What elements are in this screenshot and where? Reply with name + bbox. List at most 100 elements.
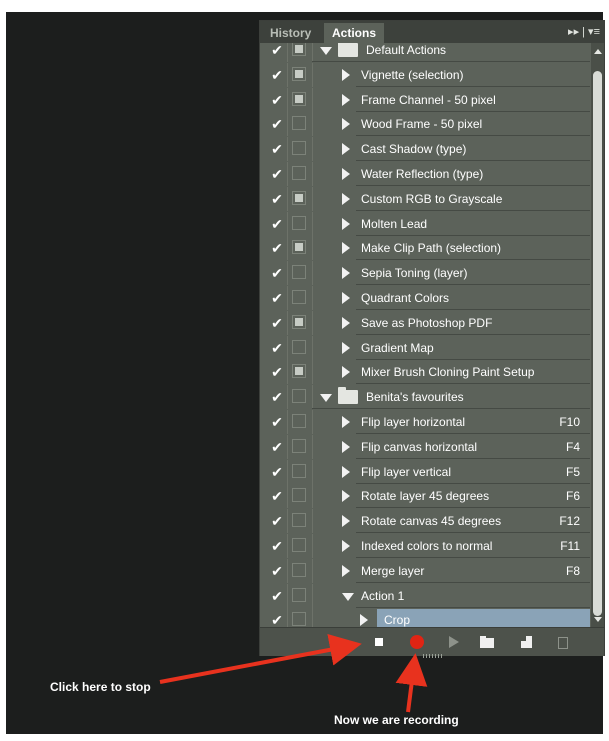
toggle-item-check-icon[interactable]: ✔ xyxy=(269,190,285,208)
toggle-dialog-icon[interactable] xyxy=(292,314,306,329)
scroll-thumb[interactable] xyxy=(593,71,602,616)
toggle-dialog-icon[interactable] xyxy=(292,240,306,255)
expand-right-icon[interactable] xyxy=(342,168,350,180)
toggle-item-check-icon[interactable]: ✔ xyxy=(269,215,285,233)
action-row[interactable]: ✔ Gradient Map xyxy=(260,335,590,360)
toggle-item-check-icon[interactable]: ✔ xyxy=(269,314,285,332)
expand-right-icon[interactable] xyxy=(342,564,350,577)
action-row[interactable]: ✔ Cast Shadow (type) xyxy=(260,137,590,162)
toggle-dialog-icon[interactable] xyxy=(292,612,306,627)
action-row[interactable]: ✔ Merge layer F8 xyxy=(260,558,590,583)
toggle-dialog-icon[interactable] xyxy=(292,141,306,156)
toggle-item-check-icon[interactable]: ✔ xyxy=(269,239,285,257)
toggle-item-check-icon[interactable]: ✔ xyxy=(269,264,285,282)
toggle-item-check-icon[interactable]: ✔ xyxy=(269,66,285,84)
toggle-dialog-icon[interactable] xyxy=(292,215,306,230)
toggle-dialog-icon[interactable] xyxy=(292,364,306,379)
toggle-item-check-icon[interactable]: ✔ xyxy=(269,562,285,580)
create-new-set-button[interactable] xyxy=(476,631,498,653)
toggle-dialog-icon[interactable] xyxy=(292,339,306,354)
action-row[interactable]: ✔ Water Reflection (type) xyxy=(260,162,590,186)
action-set-row[interactable]: ✔ Benita's favourites xyxy=(260,385,590,410)
action-row[interactable]: ✔ Custom RGB to Grayscale xyxy=(260,186,590,211)
toggle-item-check-icon[interactable]: ✔ xyxy=(269,487,285,505)
expand-right-icon[interactable] xyxy=(342,490,350,503)
toggle-item-check-icon[interactable]: ✔ xyxy=(269,363,285,381)
expand-right-icon[interactable] xyxy=(342,465,350,478)
toggle-item-check-icon[interactable]: ✔ xyxy=(269,537,285,555)
toggle-item-check-icon[interactable]: ✔ xyxy=(269,587,285,605)
toggle-dialog-icon[interactable] xyxy=(292,66,306,81)
toggle-dialog-icon[interactable] xyxy=(292,587,306,602)
expand-down-icon[interactable] xyxy=(320,394,332,403)
action-row[interactable]: ✔ Sepia Toning (layer) xyxy=(260,261,590,286)
toggle-item-check-icon[interactable]: ✔ xyxy=(269,512,285,530)
toggle-dialog-icon[interactable] xyxy=(292,438,306,453)
expand-right-icon[interactable] xyxy=(342,143,350,156)
toggle-dialog-icon[interactable] xyxy=(292,463,306,478)
toggle-item-check-icon[interactable]: ✔ xyxy=(269,140,285,158)
expand-right-icon[interactable] xyxy=(342,292,350,304)
action-step-row[interactable]: ✔ Crop xyxy=(260,608,590,627)
delete-button[interactable] xyxy=(552,631,574,653)
toggle-item-check-icon[interactable]: ✔ xyxy=(269,611,285,627)
toggle-dialog-icon[interactable] xyxy=(292,513,306,528)
toggle-dialog-icon[interactable] xyxy=(292,265,306,280)
action-row[interactable]: ✔ Frame Channel - 50 pixel xyxy=(260,87,590,112)
action-row[interactable]: ✔ Vignette (selection) xyxy=(260,62,590,87)
toggle-dialog-icon[interactable] xyxy=(292,538,306,552)
toggle-dialog-icon[interactable] xyxy=(292,389,306,404)
expand-right-icon[interactable] xyxy=(342,540,350,552)
expand-right-icon[interactable] xyxy=(342,267,350,280)
toggle-item-check-icon[interactable]: ✔ xyxy=(269,43,285,59)
create-new-action-button[interactable] xyxy=(516,631,538,653)
resize-grip[interactable] xyxy=(423,654,443,658)
scroll-up-icon[interactable] xyxy=(594,49,602,54)
expand-right-icon[interactable] xyxy=(342,192,350,205)
toggle-dialog-icon[interactable] xyxy=(292,91,306,106)
expand-right-icon[interactable] xyxy=(342,341,350,354)
toggle-dialog-icon[interactable] xyxy=(292,116,306,131)
action-row[interactable]: ✔ Flip layer horizontal F10 xyxy=(260,410,590,434)
toggle-dialog-icon[interactable] xyxy=(292,488,306,503)
expand-right-icon[interactable] xyxy=(342,118,350,131)
action-row[interactable]: ✔ Indexed colors to normal F11 xyxy=(260,534,590,558)
action-row[interactable]: ✔ Rotate canvas 45 degrees F12 xyxy=(260,509,590,534)
toggle-item-check-icon[interactable]: ✔ xyxy=(269,339,285,357)
expand-right-icon[interactable] xyxy=(342,93,350,106)
expand-right-icon[interactable] xyxy=(342,440,350,453)
panel-menu-icon[interactable]: ▸▸ | ▾≡ xyxy=(568,23,600,41)
scrollbar[interactable] xyxy=(591,43,604,627)
toggle-item-check-icon[interactable]: ✔ xyxy=(269,115,285,133)
action-row[interactable]: ✔ Make Clip Path (selection) xyxy=(260,236,590,261)
action-row[interactable]: ✔ Molten Lead xyxy=(260,211,590,236)
expand-right-icon[interactable] xyxy=(342,366,350,379)
toggle-item-check-icon[interactable]: ✔ xyxy=(269,165,285,183)
play-selection-button[interactable] xyxy=(442,631,464,653)
action-row[interactable]: ✔ Wood Frame - 50 pixel xyxy=(260,112,590,137)
toggle-item-check-icon[interactable]: ✔ xyxy=(269,463,285,481)
toggle-dialog-icon[interactable] xyxy=(292,414,306,428)
expand-right-icon[interactable] xyxy=(342,242,350,255)
toggle-item-check-icon[interactable]: ✔ xyxy=(269,388,285,406)
toggle-item-check-icon[interactable]: ✔ xyxy=(269,289,285,307)
toggle-dialog-icon[interactable] xyxy=(292,43,306,56)
action-row[interactable]: ✔ Action 1 xyxy=(260,583,590,608)
expand-down-icon[interactable] xyxy=(320,47,332,55)
toggle-dialog-icon[interactable] xyxy=(292,166,306,180)
action-row[interactable]: ✔ Save as Photoshop PDF xyxy=(260,310,590,335)
stop-recording-button[interactable] xyxy=(368,631,390,653)
tab-history[interactable]: History xyxy=(262,23,319,43)
expand-right-icon[interactable] xyxy=(342,316,350,329)
action-set-row[interactable]: ✔ Default Actions xyxy=(260,43,590,62)
toggle-dialog-icon[interactable] xyxy=(292,290,306,304)
expand-down-icon[interactable] xyxy=(342,592,354,601)
action-row[interactable]: ✔ Flip layer vertical F5 xyxy=(260,459,590,484)
expand-right-icon[interactable] xyxy=(360,614,368,627)
toggle-item-check-icon[interactable]: ✔ xyxy=(269,438,285,456)
action-row[interactable]: ✔ Mixer Brush Cloning Paint Setup xyxy=(260,360,590,385)
expand-right-icon[interactable] xyxy=(342,515,350,528)
begin-recording-button[interactable] xyxy=(406,631,428,653)
toggle-item-check-icon[interactable]: ✔ xyxy=(269,413,285,431)
action-row[interactable]: ✔ Flip canvas horizontal F4 xyxy=(260,434,590,459)
